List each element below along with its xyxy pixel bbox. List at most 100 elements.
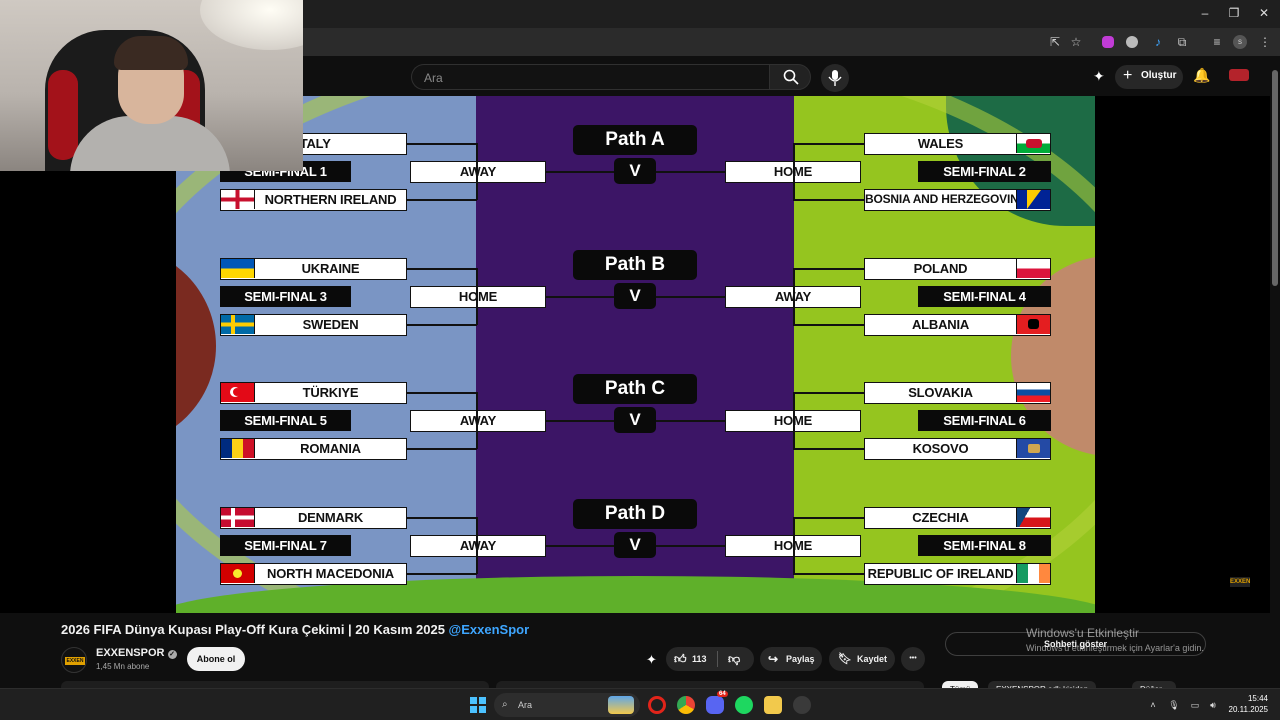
versus-label: V bbox=[614, 283, 656, 309]
browser-menu-icon[interactable]: ⋮ bbox=[1257, 34, 1273, 50]
extension-icon[interactable] bbox=[1126, 36, 1138, 48]
dislike-button[interactable]: 👎︎ bbox=[728, 647, 740, 671]
voice-search-button[interactable] bbox=[821, 64, 849, 92]
create-label: Oluştur bbox=[1141, 70, 1177, 81]
semi-final-label: SEMI-FINAL 2 bbox=[918, 161, 1051, 182]
bracket-connector bbox=[793, 324, 865, 326]
country-flag-icon bbox=[221, 259, 255, 278]
team-name-box: SLOVAKIA bbox=[864, 382, 1051, 404]
country-flag-icon bbox=[1016, 439, 1050, 458]
spotify-icon[interactable] bbox=[735, 696, 753, 714]
team-name-box: ROMANIA bbox=[220, 438, 407, 460]
country-flag-icon bbox=[221, 564, 255, 583]
bracket-connector bbox=[793, 448, 865, 450]
tray-overflow-chevron-icon[interactable]: ˄ bbox=[1147, 699, 1159, 711]
team-name: NORTHERN IRELAND bbox=[264, 192, 397, 207]
channel-mention-link[interactable]: @ExxenSpor bbox=[449, 622, 530, 637]
team-name: BOSNIA AND HERZEGOVINA bbox=[865, 192, 1028, 206]
bracket-connector bbox=[793, 143, 865, 145]
taskbar-clock[interactable]: 15:44 20.11.2025 bbox=[1226, 693, 1268, 715]
bookmark-icon: 🔖︎ bbox=[838, 653, 852, 665]
channel-avatar[interactable]: EXXEN bbox=[61, 647, 87, 673]
channel-name-text: EXXENSPOR bbox=[96, 647, 165, 659]
bookmark-star-icon[interactable]: ☆ bbox=[1068, 34, 1084, 50]
microphone-tray-icon[interactable]: 🎙︎ bbox=[1168, 699, 1180, 711]
country-flag-icon bbox=[221, 383, 255, 402]
team-name-box: TÜRKIYE bbox=[220, 382, 407, 404]
bracket-connector bbox=[476, 517, 478, 574]
search-button[interactable] bbox=[769, 64, 811, 90]
team-name-box: SWEDEN bbox=[220, 314, 407, 336]
sparkle-icon[interactable]: ✦ bbox=[1093, 68, 1105, 85]
volume-icon[interactable]: 🔊︎ bbox=[1207, 699, 1219, 711]
save-label: Kaydet bbox=[857, 654, 888, 664]
team-name: KOSOVO bbox=[912, 441, 969, 456]
country-flag-icon bbox=[1016, 134, 1050, 153]
team-name: POLAND bbox=[913, 261, 968, 276]
venue-box: AWAY bbox=[410, 535, 546, 557]
bracket-connector bbox=[476, 143, 478, 200]
team-name: NORTH MACEDONIA bbox=[267, 566, 394, 581]
audio-extension-icon[interactable]: ♪ bbox=[1150, 34, 1166, 50]
search-icon: ⌕ bbox=[502, 699, 508, 710]
bracket-connector bbox=[793, 517, 795, 574]
video-frame[interactable]: Path A V ITALY SEMI-FINAL 1 NORTHERN IRELAND… bbox=[176, 96, 1095, 613]
activation-subtitle: Windows'u etkinleştirmek için Ayarlar'a … bbox=[1026, 643, 1204, 653]
steam-icon[interactable] bbox=[793, 696, 811, 714]
chrome-browser-icon[interactable] bbox=[677, 696, 695, 714]
discord-icon[interactable]: 64 bbox=[706, 691, 728, 714]
save-button[interactable]: 🔖︎ Kaydet bbox=[829, 647, 895, 671]
team-name: CZECHIA bbox=[912, 510, 969, 525]
share-button[interactable]: ↪ Paylaş bbox=[760, 647, 822, 671]
bracket-connector bbox=[546, 296, 614, 298]
bracket-connector bbox=[793, 573, 865, 575]
team-name-box: DENMARK bbox=[220, 507, 407, 529]
maximize-button[interactable]: ❐ bbox=[1227, 6, 1241, 20]
bracket-connector bbox=[546, 420, 614, 422]
profile-avatar-icon[interactable]: s bbox=[1233, 35, 1247, 49]
like-divider bbox=[717, 651, 718, 667]
opera-browser-icon[interactable] bbox=[648, 696, 666, 714]
semi-final-label: SEMI-FINAL 7 bbox=[220, 535, 351, 556]
channel-name[interactable]: EXXENSPOR ✓ bbox=[96, 647, 177, 659]
country-flag-icon bbox=[1016, 564, 1050, 583]
create-button[interactable]: + Oluştur bbox=[1115, 65, 1183, 89]
notifications-bell-icon[interactable]: 🔔 bbox=[1193, 67, 1210, 84]
webcam-chair-accent bbox=[48, 70, 78, 160]
channel-avatar-logo: EXXEN bbox=[65, 657, 85, 665]
media-control-icon[interactable]: ≡ bbox=[1209, 34, 1225, 50]
install-app-icon[interactable]: ⇱ bbox=[1047, 34, 1063, 50]
like-button[interactable]: 👍︎ bbox=[674, 647, 687, 671]
country-flag-icon bbox=[1016, 259, 1050, 278]
team-name: SLOVAKIA bbox=[908, 385, 973, 400]
search-input[interactable]: Ara bbox=[411, 64, 769, 90]
more-actions-button[interactable]: ••• bbox=[901, 647, 925, 671]
bracket-connector bbox=[407, 268, 477, 270]
bracket-connector bbox=[546, 171, 614, 173]
team-name: SWEDEN bbox=[302, 317, 359, 332]
minimize-button[interactable]: – bbox=[1198, 6, 1212, 20]
extension-icon[interactable] bbox=[1102, 36, 1114, 48]
page-scrollbar[interactable] bbox=[1270, 56, 1280, 686]
bracket-connector bbox=[476, 268, 478, 325]
share-arrow-icon: ↪ bbox=[768, 652, 779, 666]
country-flag-icon bbox=[221, 439, 255, 458]
file-explorer-icon[interactable] bbox=[764, 696, 782, 714]
team-name-box: KOSOVO bbox=[864, 438, 1051, 460]
bracket-connector bbox=[656, 171, 726, 173]
start-windows-icon[interactable] bbox=[470, 697, 486, 713]
team-name-box: UKRAINE bbox=[220, 258, 407, 280]
taskbar-search-input[interactable]: ⌕ Ara bbox=[494, 693, 640, 717]
bracket-connector bbox=[476, 392, 478, 449]
extensions-puzzle-icon[interactable]: ⧉ bbox=[1174, 34, 1190, 50]
account-avatar[interactable] bbox=[1229, 69, 1249, 81]
close-window-button[interactable]: ✕ bbox=[1257, 6, 1271, 20]
team-name: WALES bbox=[917, 136, 964, 151]
network-icon[interactable]: ▭ bbox=[1189, 699, 1201, 711]
semi-final-label: SEMI-FINAL 8 bbox=[918, 535, 1051, 556]
bracket-connector bbox=[546, 545, 614, 547]
subscribe-button[interactable]: Abone ol bbox=[187, 647, 245, 671]
ask-sparkle-icon[interactable]: ✦ bbox=[646, 652, 657, 668]
venue-box: HOME bbox=[410, 286, 546, 308]
scrollbar-thumb[interactable] bbox=[1272, 70, 1278, 286]
